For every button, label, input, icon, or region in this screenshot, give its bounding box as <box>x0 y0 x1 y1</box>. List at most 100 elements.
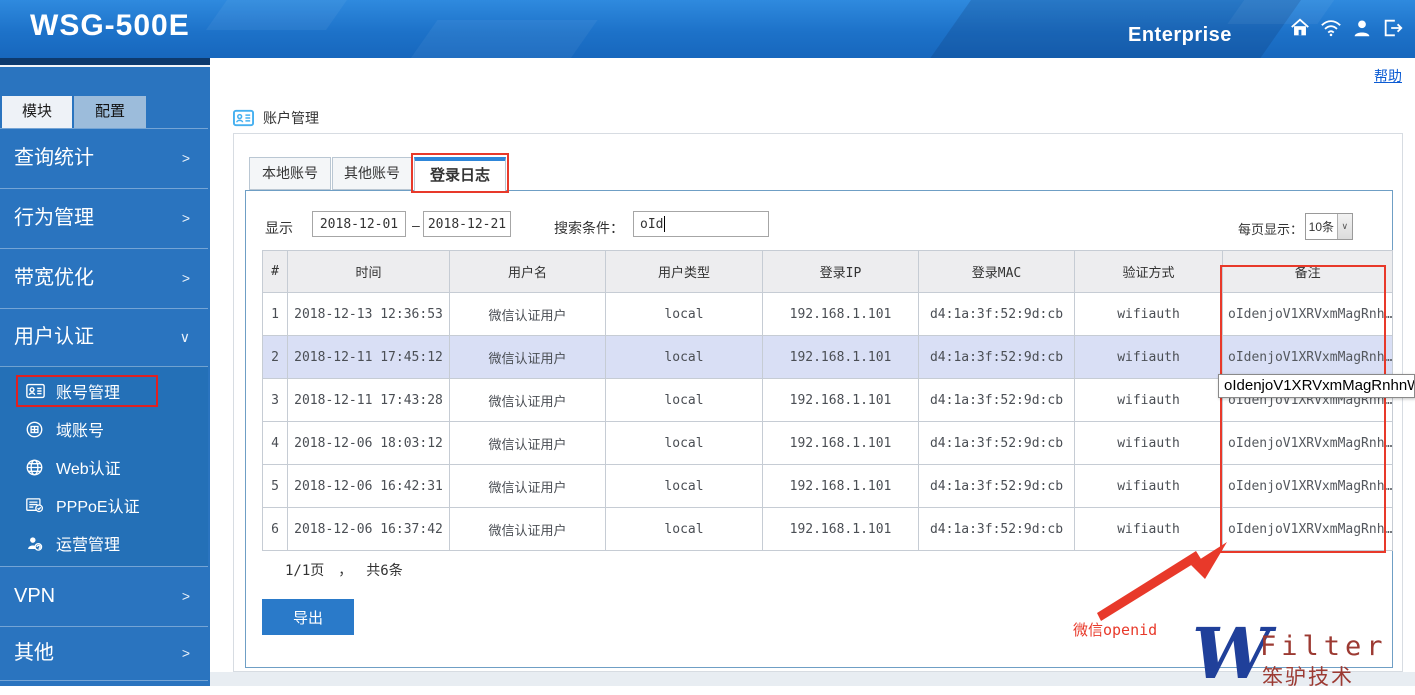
page-title: 账户管理 <box>263 110 319 126</box>
sidebar-item-next <box>0 680 208 686</box>
date-separator: – <box>412 217 420 233</box>
sidebar-item-other[interactable]: 其他 > <box>0 626 208 680</box>
table-cell: 2018-12-06 18:03:12 <box>287 421 450 465</box>
table-cell: local <box>605 335 763 379</box>
page-size-select[interactable]: 10条 ∨ <box>1305 213 1353 240</box>
home-icon[interactable] <box>1288 16 1312 40</box>
text-caret <box>664 216 666 232</box>
table-cell: 2018-12-06 16:37:42 <box>287 507 450 551</box>
table-cell: 微信认证用户 <box>449 292 606 336</box>
table-cell: local <box>605 378 763 422</box>
display-label: 显示 <box>265 220 293 236</box>
help-link[interactable]: 帮助 <box>1374 66 1402 86</box>
table-cell: 2018-12-11 17:45:12 <box>287 335 450 379</box>
table-row[interactable]: 5 2018-12-06 16:42:31 微信认证用户 local 192.168.1… <box>262 464 1394 508</box>
table-row[interactable]: 6 2018-12-06 16:37:42 微信认证用户 local 192.168.1… <box>262 507 1394 551</box>
chevron-right-icon: > <box>181 150 190 166</box>
tab-login-log[interactable]: 登录日志 <box>414 157 506 191</box>
domain-icon <box>26 420 46 438</box>
table-cell: 微信认证用户 <box>449 464 606 508</box>
table-cell: 微信认证用户 <box>449 507 606 551</box>
sidebar-item-bandwidth[interactable]: 带宽优化 > <box>0 248 208 308</box>
table-cell: oIdenjoV1XRVxmMagRnh… <box>1221 292 1394 336</box>
export-button[interactable]: 导出 <box>262 599 354 635</box>
table-cell: 4 <box>262 421 288 465</box>
table-cell: 微信认证用户 <box>449 335 606 379</box>
table-cell: local <box>605 421 763 465</box>
page-bottom-strip <box>210 672 1415 686</box>
column-header: # <box>262 250 288 293</box>
table-row[interactable]: 1 2018-12-13 12:36:53 微信认证用户 local 192.168.1… <box>262 292 1394 336</box>
chevron-right-icon: > <box>181 270 190 286</box>
table-cell: 微信认证用户 <box>449 421 606 465</box>
table-cell: 1 <box>262 292 288 336</box>
annotation-label: 微信openid <box>1073 621 1158 639</box>
sidebar-item-query-stats[interactable]: 查询统计 > <box>0 128 208 188</box>
table-cell: oIdenjoV1XRVxmMagRnh… <box>1221 335 1394 379</box>
column-header: 登录MAC <box>918 250 1075 293</box>
id-card-icon <box>233 109 254 127</box>
sidebar-subitem-operation-management[interactable]: 运营管理 <box>0 524 208 562</box>
header-bar: WSG-500E Enterprise <box>0 0 1415 58</box>
column-header: 用户名 <box>449 250 606 293</box>
table-cell: 192.168.1.101 <box>762 292 919 336</box>
edition-label: Enterprise <box>1128 24 1232 46</box>
column-header: 备注 <box>1221 250 1394 293</box>
table-cell: local <box>605 507 763 551</box>
sidebar-tab-config[interactable]: 配置 <box>74 96 146 128</box>
globe-icon <box>26 458 46 476</box>
user-icon[interactable] <box>1350 16 1374 40</box>
sidebar-subitem-account-management[interactable]: 账号管理 <box>0 372 208 410</box>
table-cell: 2 <box>262 335 288 379</box>
total-count: 共6条 <box>366 563 403 579</box>
sidebar-subitem-pppoe-auth[interactable]: PPPoE认证 <box>0 486 208 524</box>
table-cell: oIdenjoV1XRVxmMagRnh… <box>1221 507 1394 551</box>
tab-local-account[interactable]: 本地账号 <box>249 157 331 190</box>
page-size-label: 每页显示： <box>1238 222 1304 237</box>
chevron-right-icon: > <box>181 210 190 226</box>
app-title: WSG-500E <box>30 9 190 42</box>
table-cell: wifiauth <box>1074 378 1223 422</box>
table-cell: local <box>605 292 763 336</box>
wifi-icon[interactable] <box>1319 16 1343 40</box>
date-to-input[interactable]: 2018-12-21 <box>423 211 511 237</box>
table-cell: 5 <box>262 464 288 508</box>
table-cell: 6 <box>262 507 288 551</box>
remark-tooltip: oIdenjoV1XRVxmMagRnhnWldfS <box>1218 374 1415 398</box>
table-cell: wifiauth <box>1074 335 1223 379</box>
table-row[interactable]: 4 2018-12-06 18:03:12 微信认证用户 local 192.168.1… <box>262 421 1394 465</box>
sidebar-tab-module[interactable]: 模块 <box>2 96 72 128</box>
table-cell: wifiauth <box>1074 464 1223 508</box>
table-cell: oIdenjoV1XRVxmMagRnh… <box>1221 421 1394 465</box>
table-cell: 192.168.1.101 <box>762 421 919 465</box>
sidebar-item-user-auth[interactable]: 用户认证 ∨ <box>0 308 208 366</box>
doc-check-icon <box>26 496 46 514</box>
main-content: 帮助 账户管理 本地账号 其他账号 登录日志 显示 2018-12-01 – 2… <box>210 58 1415 689</box>
sidebar-item-vpn[interactable]: VPN > <box>0 566 208 626</box>
table-cell: 微信认证用户 <box>449 378 606 422</box>
sidebar-subitem-domain-account[interactable]: 域账号 <box>0 410 208 448</box>
table-cell: wifiauth <box>1074 292 1223 336</box>
logout-icon[interactable] <box>1381 16 1405 40</box>
column-header: 登录IP <box>762 250 919 293</box>
table-cell: oIdenjoV1XRVxmMagRnh… <box>1221 464 1394 508</box>
table-row[interactable]: 2 2018-12-11 17:45:12 微信认证用户 local 192.168.1… <box>262 335 1394 379</box>
column-header: 用户类型 <box>605 250 763 293</box>
chevron-right-icon: > <box>181 588 190 604</box>
sidebar-subitem-web-auth[interactable]: Web认证 <box>0 448 208 486</box>
column-header: 验证方式 <box>1074 250 1223 293</box>
date-from-input[interactable]: 2018-12-01 <box>312 211 406 237</box>
sidebar-item-behavior[interactable]: 行为管理 > <box>0 188 208 248</box>
table-cell: d4:1a:3f:52:9d:cb <box>918 421 1075 465</box>
login-log-table: # 时间 用户名 用户类型 登录IP 登录MAC 验证方式 备注 1 2018-12-13 12… <box>262 250 1394 551</box>
table-cell: 192.168.1.101 <box>762 335 919 379</box>
search-input[interactable]: oId <box>633 211 769 237</box>
pagination: 1/1页，共6条 <box>285 563 403 579</box>
table-cell: d4:1a:3f:52:9d:cb <box>918 507 1075 551</box>
table-cell: wifiauth <box>1074 507 1223 551</box>
tab-other-account[interactable]: 其他账号 <box>332 157 412 190</box>
table-cell: 192.168.1.101 <box>762 464 919 508</box>
table-cell: wifiauth <box>1074 421 1223 465</box>
sidebar-submenu: 账号管理 域账号 Web认证 PPPoE认证 运营管理 <box>0 366 208 566</box>
table-cell: local <box>605 464 763 508</box>
